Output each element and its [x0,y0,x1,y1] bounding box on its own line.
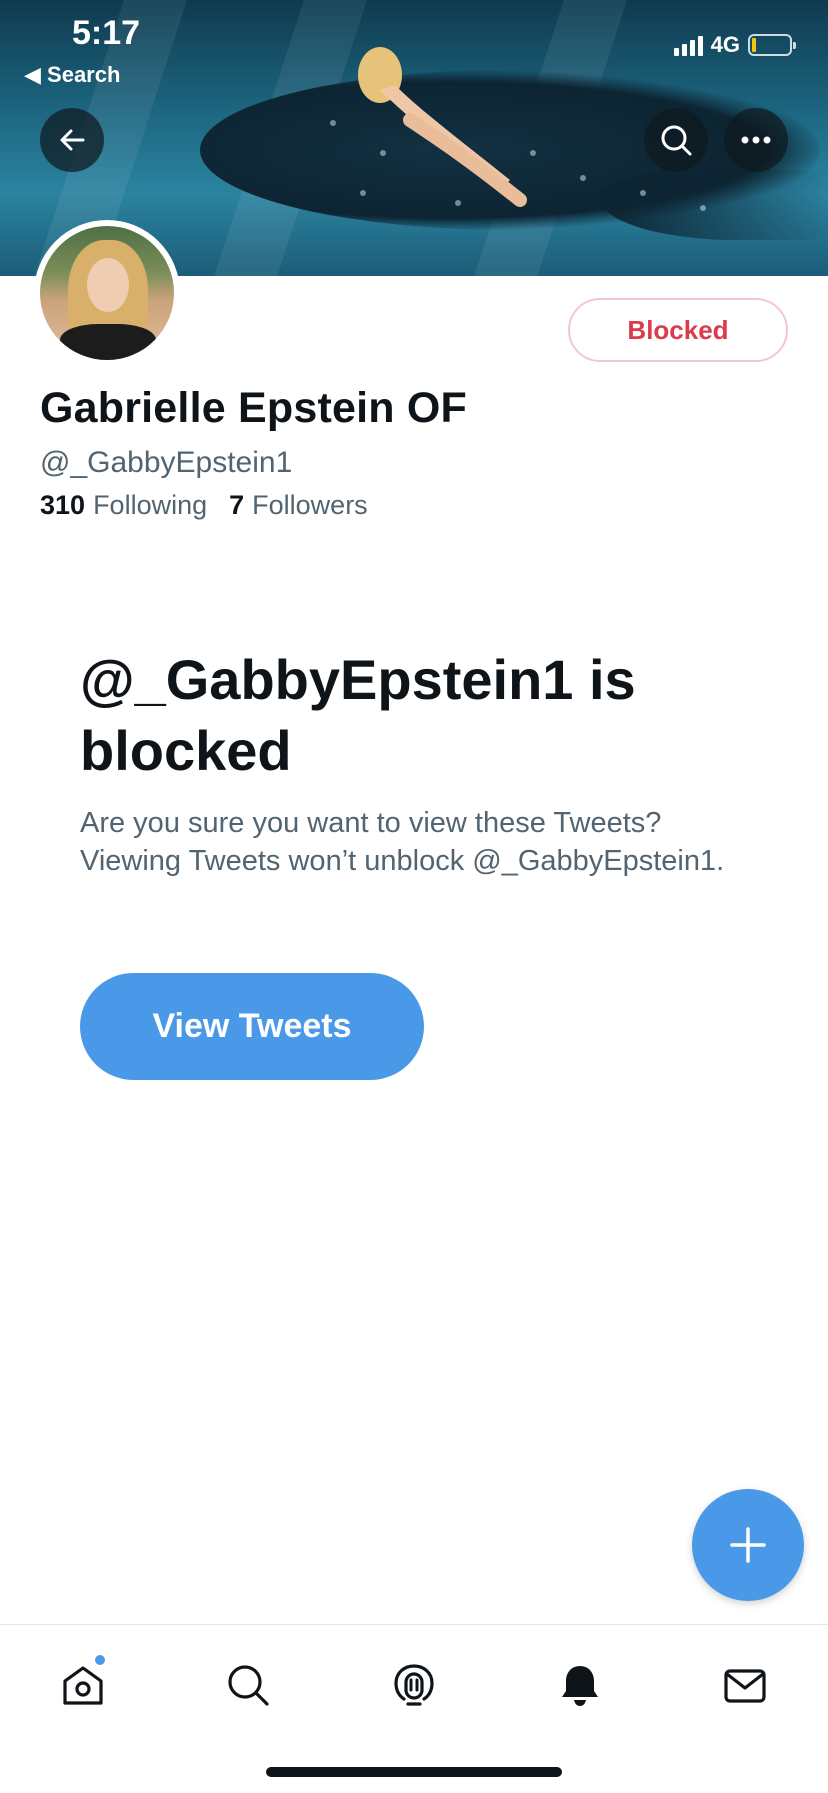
search-icon [228,1665,269,1706]
followers-count: 7 [229,490,245,520]
blocked-notice-body: Are you sure you want to view these Twee… [80,807,725,877]
bottom-tab-bar [0,1624,828,1793]
signal-icon [673,34,703,56]
tab-messages[interactable] [715,1655,775,1715]
spaces-icon [394,1664,434,1706]
search-icon [661,125,692,156]
compose-tweet-button[interactable] [692,1489,804,1601]
home-icon [63,1666,103,1705]
following-label: Following [93,490,208,520]
notifications-icon [562,1666,598,1706]
blocked-button[interactable]: Blocked [568,298,788,362]
tab-notifications[interactable] [550,1655,610,1715]
more-options-button[interactable] [724,108,788,172]
tab-spaces[interactable] [384,1655,444,1715]
messages-icon [724,1669,766,1703]
tab-search[interactable] [218,1655,278,1715]
home-indicator [266,1767,562,1777]
avatar[interactable] [34,220,180,366]
following-link[interactable]: 310 Following [40,490,207,521]
status-time: 5:17 [72,14,141,52]
status-indicators: 4G [673,32,796,58]
blocked-notice-title: @_GabbyEpstein1 is blocked [80,648,636,782]
back-to-search-link[interactable]: ◀ Search [24,62,120,88]
follow-counts: 310 Following 7 Followers [40,490,368,521]
network-type: 4G [710,32,740,57]
banner-diver-figure [358,47,527,207]
plus-icon [730,1527,766,1563]
back-button[interactable] [40,108,104,172]
tab-home[interactable] [53,1655,113,1715]
display-name: Gabrielle Epstein OF [40,384,467,432]
unread-dot [95,1655,105,1665]
followers-link[interactable]: 7 Followers [229,490,368,521]
search-profile-button[interactable] [644,108,708,172]
back-arrow-icon [60,129,85,151]
view-tweets-button[interactable]: View Tweets [80,973,424,1080]
banner-shark-tail [600,170,828,240]
user-handle: @_GabbyEpstein1 [40,446,293,479]
avatar-image [40,226,174,360]
following-count: 310 [40,490,86,520]
more-icon [741,136,771,144]
battery-icon [748,34,796,56]
followers-label: Followers [252,490,368,520]
